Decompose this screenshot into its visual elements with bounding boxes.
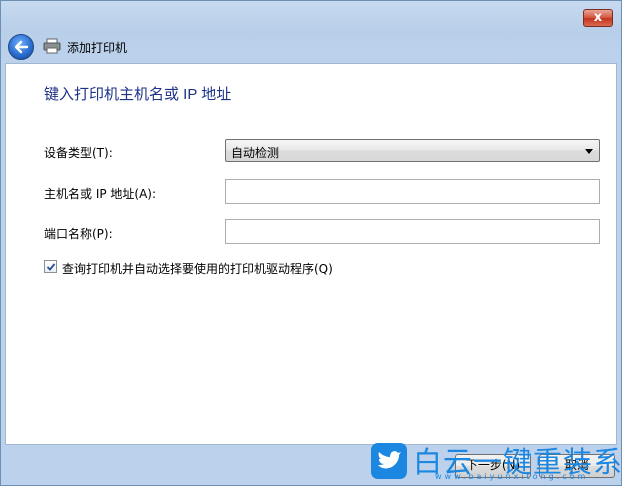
device-type-label: 设备类型(T): [44,146,113,160]
close-button[interactable]: x [583,9,613,27]
watermark-logo: 白云一键重装系统 www.baiyunxitong.com [367,439,622,485]
wizard-nav-bar: 添加打印机 [1,31,621,61]
device-type-selected-value: 自动检测 [231,146,280,160]
query-printer-checkbox[interactable] [44,260,57,273]
hostname-label: 主机名或 IP 地址(A): [44,187,157,201]
dropdown-arrow-icon [585,149,593,154]
watermark-url: www.baiyunxitong.com [435,472,589,481]
wizard-title: 添加打印机 [67,41,128,55]
bird-logo-icon [371,443,407,479]
device-type-dropdown[interactable]: 自动检测 [225,139,600,162]
page-heading: 键入打印机主机名或 IP 地址 [44,86,232,103]
back-button[interactable] [8,34,34,60]
query-printer-checkbox-label[interactable]: 查询打印机并自动选择要使用的打印机驱动程序(Q) [62,260,333,277]
back-arrow-icon [14,40,29,54]
printer-icon [43,38,61,54]
hostname-input[interactable] [225,179,600,204]
port-name-input[interactable] [225,219,600,244]
wizard-content-panel: 键入打印机主机名或 IP 地址 设备类型(T): 自动检测 主机名或 IP 地址… [5,63,617,445]
port-name-label: 端口名称(P): [44,227,113,241]
checkmark-icon [46,263,56,271]
add-printer-window: x 添加打印机 键入打印机主机名或 IP 地址 设备类型(T): 自动检测 主机… [0,0,622,486]
title-bar: x [1,1,621,31]
